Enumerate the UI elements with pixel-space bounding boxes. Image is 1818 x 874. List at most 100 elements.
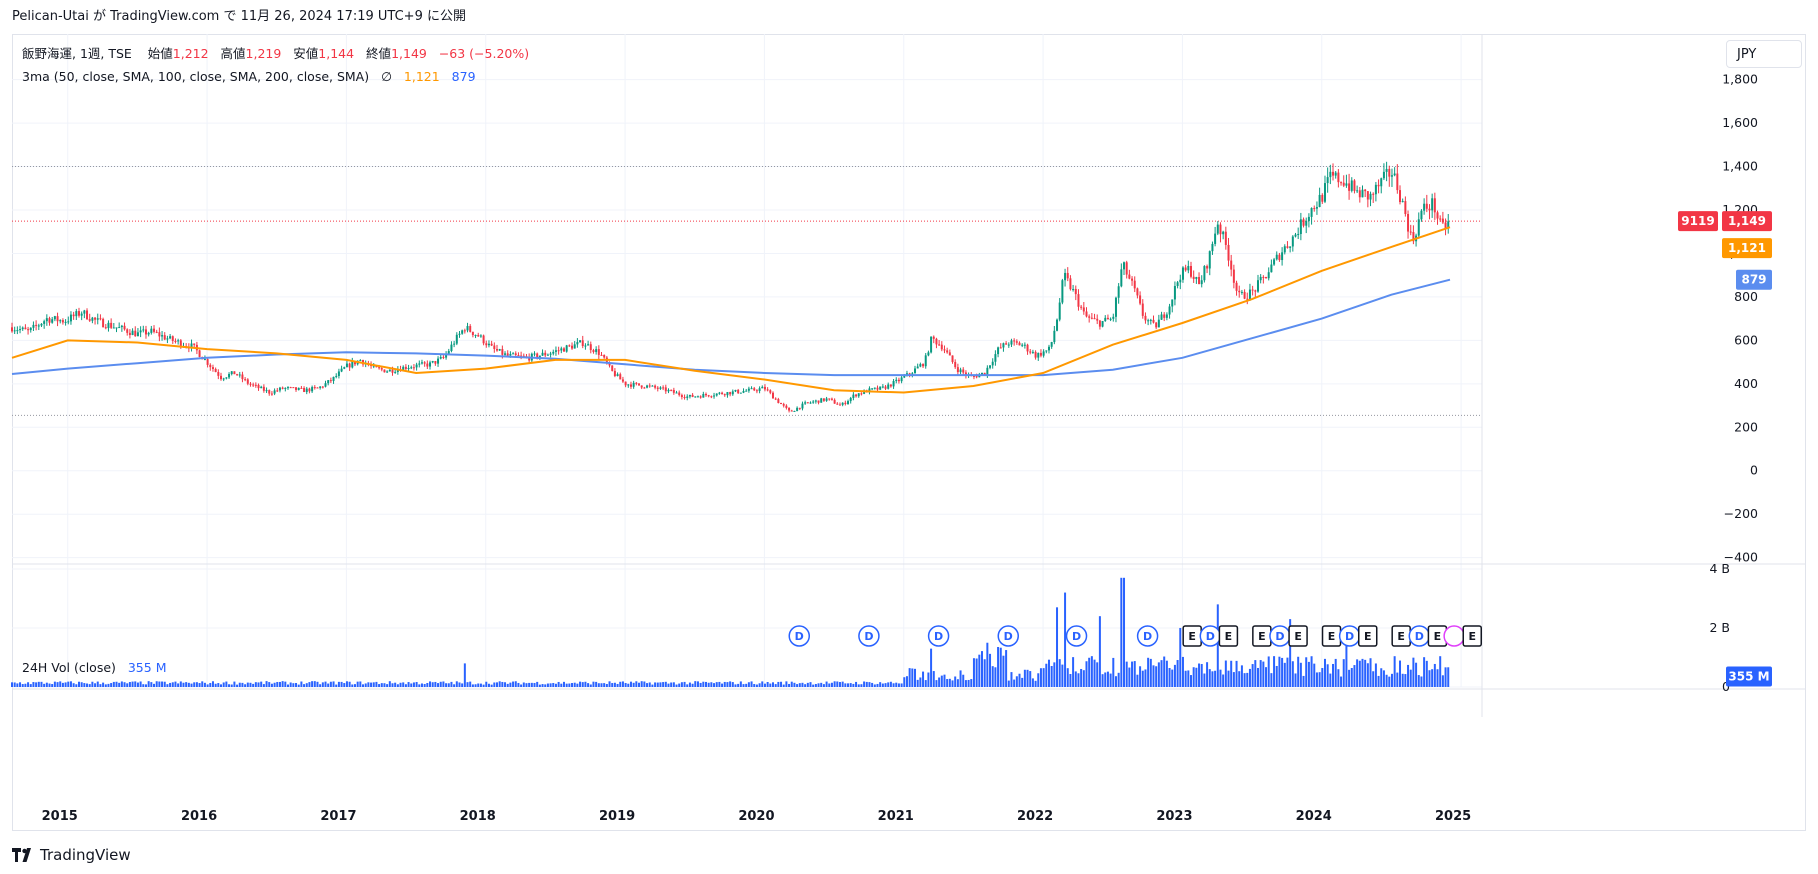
volume-bar xyxy=(924,680,927,687)
candle-body xyxy=(1310,208,1313,217)
volume-bar xyxy=(932,671,935,687)
candle-body xyxy=(329,380,332,382)
volume-bar xyxy=(1248,668,1251,687)
candle-body xyxy=(879,386,882,390)
volume-bar xyxy=(1023,669,1026,687)
volume-bar xyxy=(1267,656,1270,687)
candle-body xyxy=(1436,212,1439,219)
volume-bar xyxy=(466,682,469,687)
volume-bar xyxy=(573,682,576,687)
volume-bar xyxy=(209,682,212,687)
candle-body xyxy=(378,367,381,369)
candle-body xyxy=(1243,291,1246,299)
candle-body xyxy=(179,340,182,347)
volume-bar xyxy=(1305,657,1308,687)
ma-indicator-label[interactable]: 3ma (50, close, SMA, 100, close, SMA, 20… xyxy=(22,69,369,84)
volume-bar xyxy=(1216,604,1219,687)
volume-bar xyxy=(1329,673,1332,687)
candle-body xyxy=(1053,330,1056,343)
chart-canvas[interactable]: −400−20002004006008001,0001,2001,4001,60… xyxy=(0,0,1818,874)
volume-bar xyxy=(887,682,890,687)
volume-bar xyxy=(1401,673,1404,687)
volume-bar xyxy=(348,681,351,687)
volume-bar xyxy=(144,684,147,687)
volume-bar xyxy=(1235,660,1238,687)
volume-bar xyxy=(410,683,413,687)
candle-body xyxy=(576,342,579,345)
candle-body xyxy=(313,387,316,389)
candle-body xyxy=(571,345,574,349)
candle-body xyxy=(670,389,673,391)
candle-body xyxy=(814,400,817,402)
volume-bar xyxy=(1334,658,1337,687)
candle-body xyxy=(123,325,126,330)
volume-bar xyxy=(222,682,225,687)
volume-bar xyxy=(153,683,156,687)
volume-label[interactable]: 24H Vol (close) xyxy=(22,660,116,675)
candle-body xyxy=(1042,351,1045,356)
volume-bar xyxy=(1208,669,1211,687)
candle-body xyxy=(211,367,214,369)
candle-body xyxy=(431,361,434,363)
candle-body xyxy=(1425,203,1428,209)
candle-body xyxy=(214,368,217,373)
candle-body xyxy=(225,377,228,379)
candle-body xyxy=(1171,299,1174,307)
candle-body xyxy=(407,368,410,370)
candle-body xyxy=(857,393,860,397)
candle-body xyxy=(110,322,113,328)
brand[interactable]: TradingView xyxy=(12,843,131,867)
candle-body xyxy=(1117,286,1120,298)
candle-body xyxy=(268,390,271,394)
candle-body xyxy=(260,386,263,389)
currency-button[interactable]: JPY xyxy=(1726,40,1802,68)
volume-bar xyxy=(1350,668,1353,687)
candle-body xyxy=(914,368,917,374)
candle-body xyxy=(1002,343,1005,348)
volume-bar xyxy=(619,681,622,687)
candle-body xyxy=(1382,171,1385,179)
volume-bar xyxy=(1353,665,1356,687)
symbol-title[interactable]: 飯野海運, 1週, TSE xyxy=(22,46,132,61)
volume-bar xyxy=(1152,665,1155,687)
volume-tag-text: 355 M xyxy=(1728,670,1769,684)
volume-bar xyxy=(399,682,402,687)
low-label: 安値 xyxy=(293,46,319,61)
dividend-marker-letter: D xyxy=(1415,630,1424,643)
volume-bar xyxy=(171,682,174,687)
volume-bar xyxy=(134,681,137,687)
volume-bar xyxy=(884,683,887,687)
volume-bar xyxy=(380,683,383,687)
volume-bar xyxy=(412,682,415,687)
volume-bar xyxy=(107,683,110,687)
volume-bar xyxy=(1037,673,1040,687)
volume-bar xyxy=(362,684,365,687)
candle-body xyxy=(209,364,212,368)
candle-body xyxy=(710,396,713,398)
volume-bar xyxy=(1273,656,1276,687)
candle-body xyxy=(80,313,83,316)
candle-body xyxy=(892,381,895,387)
candle-body xyxy=(1441,218,1444,223)
volume-bar xyxy=(624,683,627,687)
candle-body xyxy=(67,321,70,323)
volume-bar xyxy=(935,680,938,687)
candle-body xyxy=(1039,352,1042,356)
candle-body xyxy=(1007,344,1010,346)
candle-body xyxy=(1396,173,1399,191)
volume-bar xyxy=(562,681,565,687)
candle-body xyxy=(672,389,675,393)
volume-bar xyxy=(115,681,118,687)
candle-body xyxy=(876,387,879,390)
volume-bar xyxy=(477,683,480,687)
volume-bar xyxy=(220,684,223,687)
candle-body xyxy=(1157,319,1160,328)
volume-bar xyxy=(664,681,667,687)
volume-bar xyxy=(651,684,654,687)
candle-body xyxy=(1420,210,1423,220)
candle-body xyxy=(624,381,627,386)
candle-body xyxy=(43,321,46,324)
open-label: 始値 xyxy=(147,46,173,61)
volume-bar xyxy=(1109,673,1112,687)
volume-bar xyxy=(980,651,983,687)
